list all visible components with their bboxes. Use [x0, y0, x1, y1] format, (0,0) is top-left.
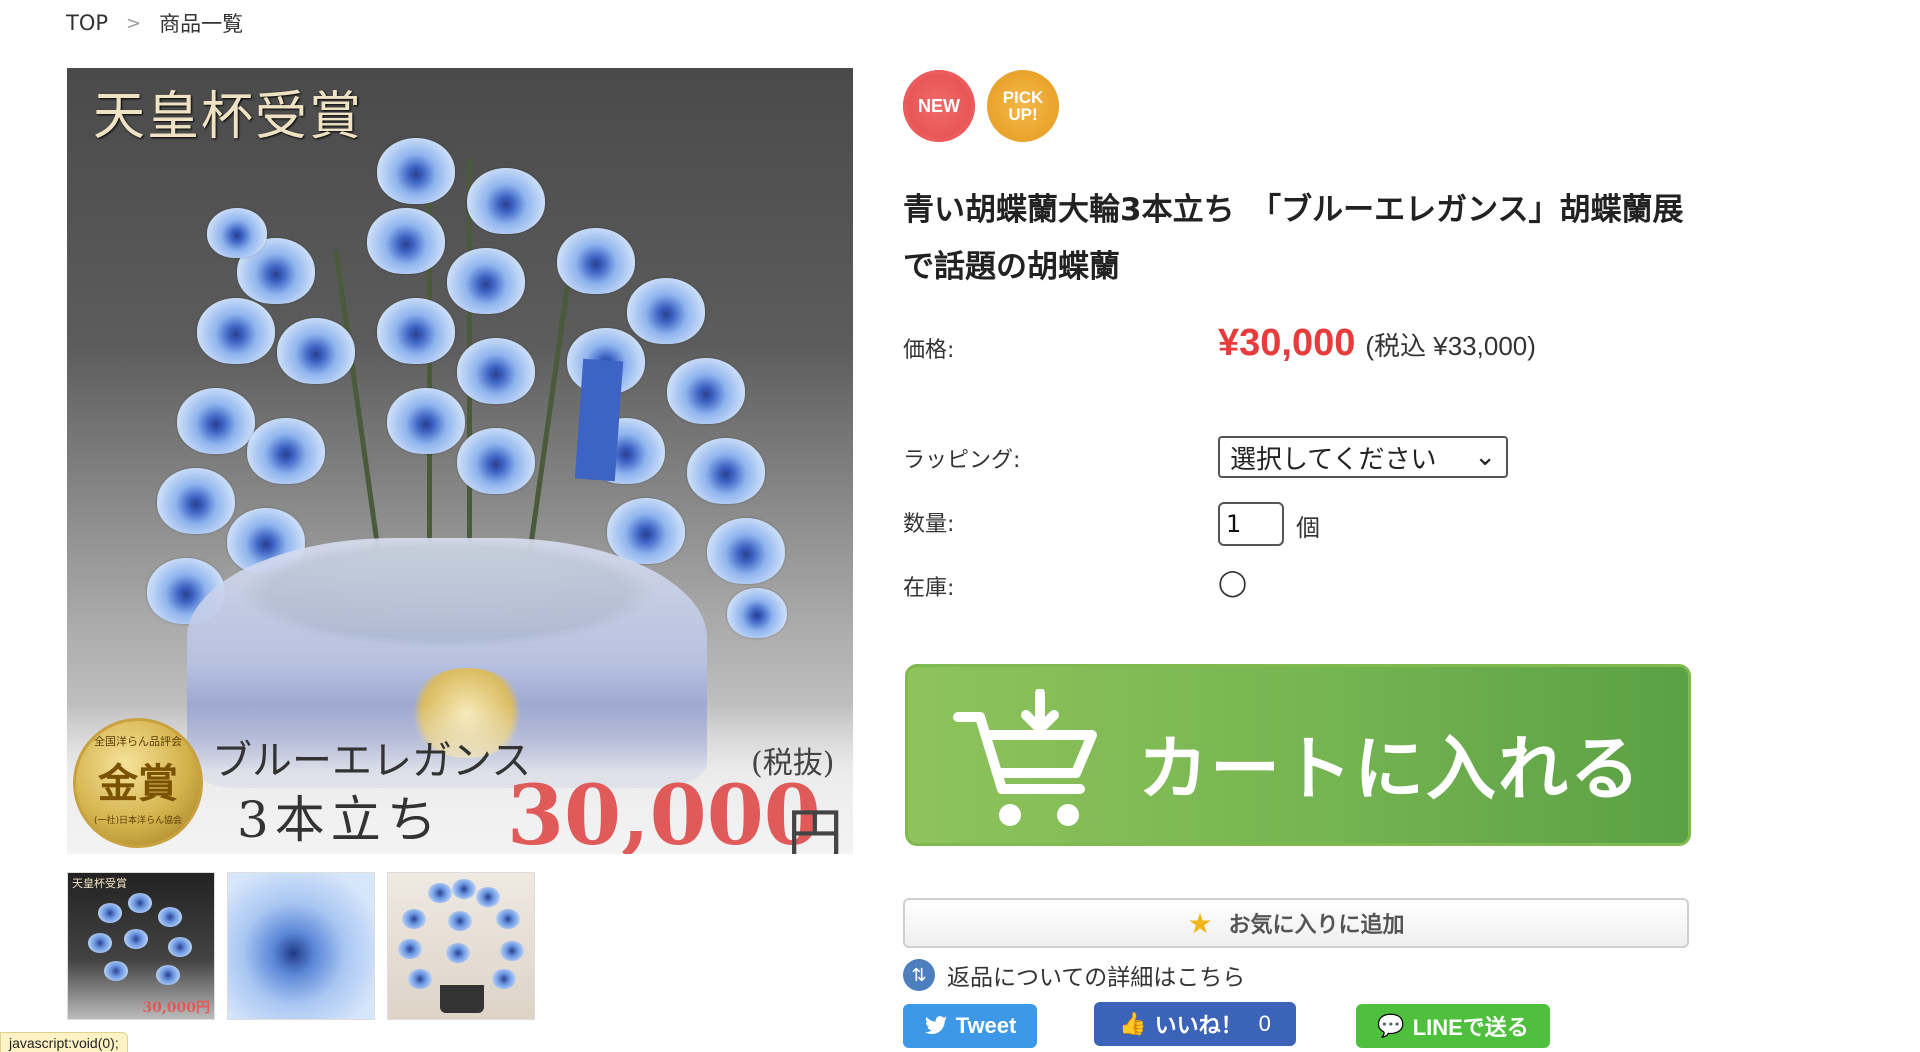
return-arrows-icon: ⇅: [903, 959, 935, 991]
new-badge: NEW: [903, 70, 975, 142]
chevron-right-icon: >: [126, 12, 142, 34]
cart-icon: [953, 689, 1097, 826]
add-to-cart-button[interactable]: カートに入れる: [905, 664, 1691, 846]
breadcrumb-top-link[interactable]: TOP: [66, 11, 108, 35]
add-favorite-button[interactable]: ★ お気に入りに追加: [903, 898, 1689, 948]
price-label: 価格:: [903, 338, 955, 363]
image-price-unit: 円: [787, 803, 843, 854]
thumbnail-2[interactable]: [227, 872, 375, 1020]
stock-label: 在庫:: [903, 576, 955, 601]
price-block: ¥30,000 (税込 ¥33,000): [1218, 322, 1536, 365]
thumbnail-list: 天皇杯受賞 30,000円: [67, 872, 535, 1020]
status-bar-url: javascript:void(0);: [0, 1032, 128, 1052]
award-title: 天皇杯受賞: [93, 87, 364, 147]
return-info-label: 返品についての詳細はこちら: [947, 965, 1246, 991]
product-main-image[interactable]: 天皇杯受賞 全国洋らん品評会 金賞 (一社)日本洋らん協会 ブルーエレガンス 3…: [67, 68, 853, 854]
line-icon: 💬: [1377, 1013, 1405, 1038]
product-badges: NEW PICK UP!: [903, 70, 1059, 142]
add-favorite-label: お気に入りに追加: [1228, 913, 1405, 938]
twitter-bird-icon: [924, 1016, 947, 1035]
chevron-down-icon: ⌄: [1474, 442, 1496, 472]
image-price: 30,000: [507, 768, 821, 854]
product-tag: [574, 358, 624, 482]
stock-status: ◯: [1218, 568, 1248, 598]
wrapping-label: ラッピング:: [903, 448, 1021, 473]
quantity-label: 数量:: [903, 512, 955, 537]
line-share-button[interactable]: 💬 LINEで送る: [1356, 1004, 1550, 1048]
star-icon: ★: [1187, 906, 1213, 940]
quantity-unit: 個: [1296, 514, 1320, 542]
add-to-cart-label: カートに入れる: [1138, 730, 1642, 808]
image-caption-name: ブルーエレガンス: [212, 738, 532, 784]
pickup-badge: PICK UP!: [987, 70, 1059, 142]
breadcrumb: TOP > 商品一覧: [66, 8, 243, 38]
breadcrumb-current: 商品一覧: [159, 12, 244, 36]
gold-medal-icon: 全国洋らん品評会 金賞 (一社)日本洋らん協会: [73, 718, 203, 848]
facebook-like-button[interactable]: 👍 いいね！ 0: [1094, 1002, 1296, 1046]
product-title: 青い胡蝶蘭大輪3本立ち 「ブルーエレガンス」胡蝶蘭展で話題の胡蝶蘭: [903, 192, 1684, 285]
thumbs-up-icon: 👍: [1119, 1011, 1147, 1036]
image-caption-stems: 3本立ち: [237, 791, 443, 849]
like-count: 0: [1258, 1011, 1271, 1036]
thumbnail-3[interactable]: [387, 872, 535, 1020]
tweet-button[interactable]: Tweet: [903, 1004, 1037, 1048]
price-incl-tax: (税込 ¥33,000): [1365, 331, 1536, 361]
quantity-input[interactable]: 1: [1218, 502, 1284, 546]
wrapping-select[interactable]: 選択してください ⌄: [1218, 436, 1508, 478]
thumbnail-1[interactable]: 天皇杯受賞 30,000円: [67, 872, 215, 1020]
price-value: ¥30,000: [1218, 322, 1356, 364]
return-info-link[interactable]: ⇅ 返品についての詳細はこちら: [903, 958, 1245, 992]
